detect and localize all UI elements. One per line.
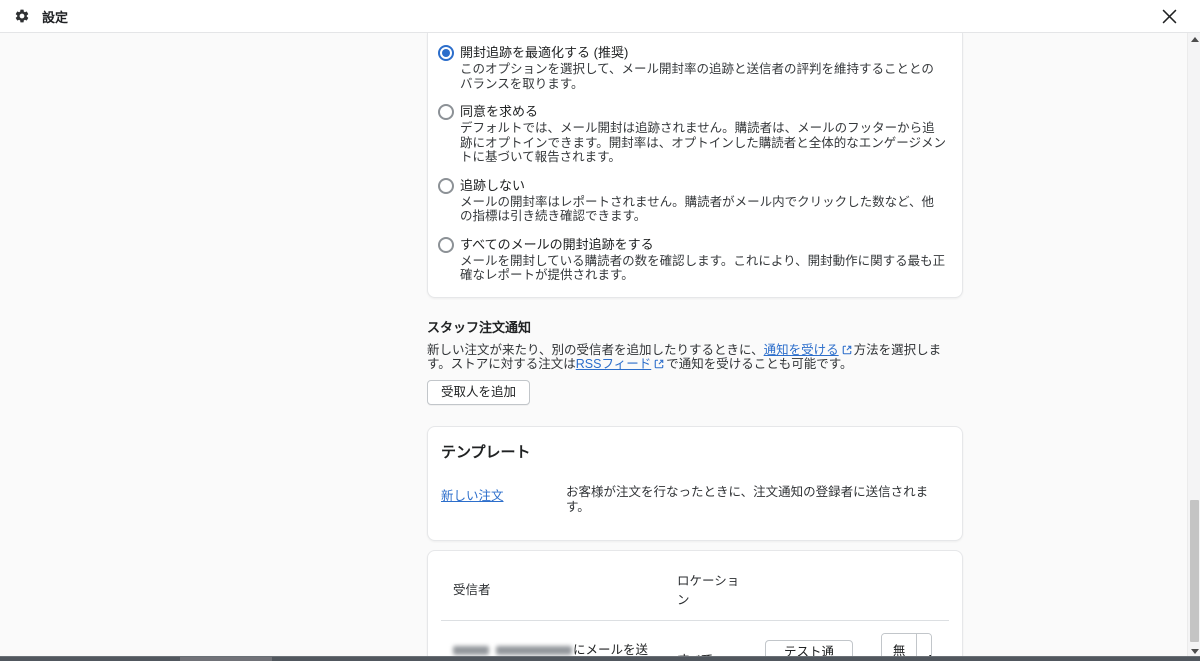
- radio-description: このオプションを選択して、メール開封率の追跡と送信者の評判を維持することとのバラ…: [460, 62, 934, 91]
- external-link-icon: [842, 345, 851, 354]
- settings-header: 設定: [0, 0, 1200, 33]
- redacted-name: [453, 645, 489, 655]
- receive-notifications-link[interactable]: 通知を受ける: [764, 343, 839, 357]
- templates-heading: テンプレート: [441, 443, 531, 461]
- column-header-location: ロケーション: [665, 553, 753, 621]
- radio-option-optimize-tracking[interactable]: 開封追跡を最適化する (推奨) このオプションを選択して、メール開封率の追跡と送…: [438, 45, 946, 91]
- scrollbar[interactable]: [1187, 33, 1200, 661]
- actions-cell: テスト通知を送信 無効: [753, 620, 949, 661]
- staff-order-notifications-section: スタッフ注文通知 新しい注文が来たり、別の受信者を追加したりするときに、通知を受…: [427, 317, 963, 405]
- template-description: お客様が注文を行なったときに、注文通知の登録者に送信されます。: [566, 484, 929, 514]
- radio-description: デフォルトでは、メール開封は追跡されません。購読者は、メールのフッターから追跡に…: [460, 121, 947, 164]
- radio-button[interactable]: [438, 104, 454, 120]
- radio-option-ask-consent[interactable]: 同意を求める デフォルトでは、メール開封は追跡されません。購読者は、メールのフッ…: [438, 104, 946, 165]
- gear-icon: [15, 9, 29, 23]
- redacted-email: [496, 645, 572, 655]
- column-header-recipient: 受信者: [441, 553, 665, 621]
- recipients-card: 受信者 ロケーション にメールを送信 すべて テスト通知を送信 無効: [427, 549, 963, 661]
- bottom-bar-highlight: [180, 657, 272, 661]
- radio-description: メールの開封率はレポートされません。購読者がメール内でクリックした数など、他の指…: [460, 194, 935, 224]
- bottom-edge-bar: [0, 656, 1200, 661]
- paragraph-text: 新しい注文が来たり、別の受信者を追加したりするときに、: [427, 342, 764, 357]
- table-row: にメールを送信 すべて テスト通知を送信 無効: [441, 620, 949, 661]
- radio-label: 開封追跡を最適化する (推奨): [460, 45, 629, 60]
- paragraph-text: で通知を受けることも可能です。: [666, 356, 853, 371]
- table-header-row: 受信者 ロケーション: [441, 553, 949, 621]
- radio-label: すべてのメールの開封追跡をする: [460, 236, 654, 252]
- radio-label: 同意を求める: [460, 104, 539, 119]
- column-header-actions: [753, 553, 949, 621]
- new-order-template-link[interactable]: 新しい注文: [441, 489, 504, 503]
- open-tracking-card: 開封追跡を最適化する (推奨) このオプションを選択して、メール開封率の追跡と送…: [427, 33, 963, 298]
- radio-button[interactable]: [438, 177, 454, 194]
- radio-description: メールを開封している購読者の数を確認します。これにより、開封動作に関する最も正確…: [460, 253, 946, 283]
- template-row: 新しい注文 お客様が注文を行なったときに、注文通知の登録者に送信されます。: [441, 485, 949, 515]
- scrollbar-thumb[interactable]: [1190, 500, 1199, 642]
- radio-option-track-all[interactable]: すべてのメールの開封追跡をする メールを開封している購読者の数を確認します。これ…: [438, 236, 946, 283]
- section-heading: スタッフ注文通知: [427, 319, 532, 335]
- external-link-icon: [654, 359, 664, 368]
- templates-card: テンプレート 新しい注文 お客様が注文を行なったときに、注文通知の登録者に送信さ…: [427, 425, 963, 541]
- close-icon[interactable]: [1156, 3, 1182, 29]
- radio-button[interactable]: [438, 45, 454, 61]
- recipient-cell: にメールを送信: [441, 620, 665, 661]
- location-cell: すべて: [665, 620, 753, 661]
- rss-feed-link[interactable]: RSSフィード: [576, 357, 651, 371]
- page-title: 設定: [42, 9, 69, 25]
- add-recipient-button[interactable]: 受取人を追加: [427, 379, 531, 405]
- radio-option-no-tracking[interactable]: 追跡しない メールの開封率はレポートされません。購読者がメール内でクリックした数…: [438, 177, 946, 224]
- radio-label: 追跡しない: [460, 177, 526, 193]
- scroll-up-arrow[interactable]: [1188, 33, 1200, 46]
- radio-button[interactable]: [438, 236, 454, 253]
- section-description: 新しい注文が来たり、別の受信者を追加したりするときに、通知を受ける 方法を選択しま…: [427, 343, 963, 371]
